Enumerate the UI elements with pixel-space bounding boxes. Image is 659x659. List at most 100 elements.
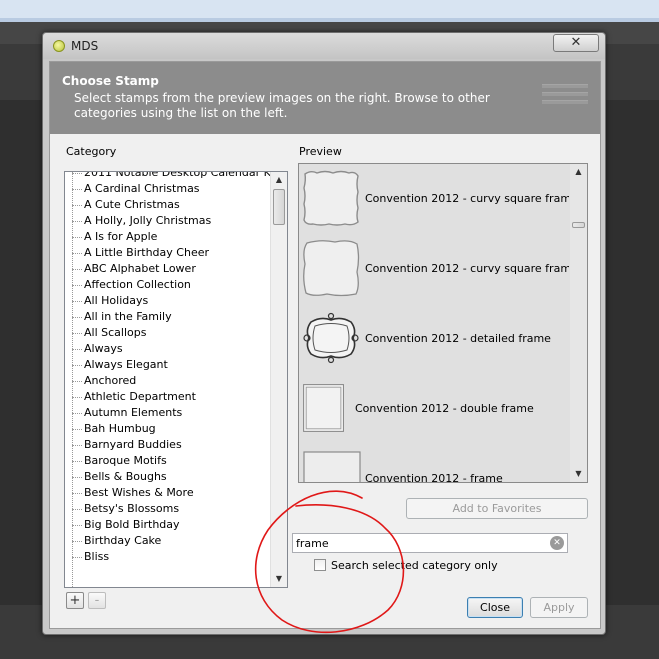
category-item[interactable]: All Holidays: [65, 293, 270, 309]
tree-connector: [72, 429, 82, 430]
preview-item[interactable]: Convention 2012 - curvy square frame 2: [301, 236, 587, 302]
tree-connector: [72, 397, 82, 398]
category-item[interactable]: Always: [65, 341, 270, 357]
preview-label: Preview: [299, 145, 342, 158]
category-item-label: Always: [84, 342, 123, 355]
category-item-label: Affection Collection: [84, 278, 191, 291]
tree-connector: [72, 189, 82, 190]
category-item-label: A Cute Christmas: [84, 198, 180, 211]
scroll-down-arrow-icon[interactable]: ▼: [271, 571, 287, 587]
apply-button[interactable]: Apply: [530, 597, 588, 618]
category-item[interactable]: A Cardinal Christmas: [65, 181, 270, 197]
category-item[interactable]: Always Elegant: [65, 357, 270, 373]
category-item-label: Betsy's Blossoms: [84, 502, 180, 515]
tree-connector: [72, 221, 82, 222]
curvy-square-frame-2-thumbnail: [303, 240, 360, 297]
category-item[interactable]: All Scallops: [65, 325, 270, 341]
remove-category-button[interactable]: -: [88, 592, 106, 609]
dialog-titlebar[interactable]: MDS ✕: [43, 33, 605, 59]
category-item-label: Barnyard Buddies: [84, 438, 182, 451]
preview-scroll-down-arrow-icon[interactable]: ▼: [570, 466, 587, 482]
clear-search-icon[interactable]: ✕: [550, 536, 564, 550]
preview-item[interactable]: Convention 2012 - detailed frame: [301, 306, 569, 372]
category-item[interactable]: Bells & Boughs: [65, 469, 270, 485]
preview-scrollbar[interactable]: ▲ ▼: [569, 164, 587, 482]
preview-item-label: Convention 2012 - frame: [365, 472, 503, 483]
category-item[interactable]: A Holly, Jolly Christmas: [65, 213, 270, 229]
preview-item[interactable]: Convention 2012 - curvy square frame: [301, 166, 578, 232]
category-item[interactable]: Big Bold Birthday: [65, 517, 270, 533]
tree-connector: [72, 413, 82, 414]
preview-item-label: Convention 2012 - double frame: [355, 402, 534, 415]
category-item[interactable]: Baroque Motifs: [65, 453, 270, 469]
header-decoration: [542, 84, 588, 114]
category-item[interactable]: Best Wishes & More: [65, 485, 270, 501]
choose-stamp-dialog: MDS ✕ Choose Stamp Select stamps from th…: [42, 32, 606, 635]
preview-item-label: Convention 2012 - curvy square frame: [365, 192, 578, 205]
category-scroll-thumb[interactable]: [273, 189, 285, 225]
category-item[interactable]: Athletic Department: [65, 389, 270, 405]
category-item-label: ABC Alphabet Lower: [84, 262, 196, 275]
tree-connector: [72, 381, 82, 382]
preview-item-label: Convention 2012 - curvy square frame 2: [365, 262, 588, 275]
category-rows: 2011 Notable Desktop Calendar Kit A Cardi…: [65, 172, 278, 565]
tree-connector: [72, 333, 82, 334]
close-button[interactable]: Close: [467, 597, 523, 618]
category-item-label: A Cardinal Christmas: [84, 182, 200, 195]
category-item[interactable]: Bliss: [65, 549, 270, 565]
preview-scroll-thumb[interactable]: [572, 222, 585, 228]
preview-scroll-up-arrow-icon[interactable]: ▲: [570, 164, 587, 180]
tree-connector: [72, 557, 82, 558]
category-scrollbar[interactable]: ▲ ▼: [270, 172, 287, 587]
dialog-content: Choose Stamp Select stamps from the prev…: [49, 61, 601, 629]
category-item-label: Always Elegant: [84, 358, 168, 371]
preview-item[interactable]: Convention 2012 - frame: [301, 446, 569, 483]
category-item[interactable]: All in the Family: [65, 309, 270, 325]
stamp-preview-list[interactable]: Convention 2012 - curvy square frame Con…: [298, 163, 588, 483]
search-category-only-checkbox[interactable]: [314, 559, 326, 571]
category-item[interactable]: Bah Humbug: [65, 421, 270, 437]
category-item[interactable]: Anchored: [65, 373, 270, 389]
category-item[interactable]: Barnyard Buddies: [65, 437, 270, 453]
window-close-button[interactable]: ✕: [553, 34, 599, 52]
tree-connector: [72, 349, 82, 350]
category-item-label: All Scallops: [84, 326, 147, 339]
category-item[interactable]: 2011 Notable Desktop Calendar Kit: [65, 172, 278, 181]
category-item[interactable]: A Cute Christmas: [65, 197, 270, 213]
header-description: Select stamps from the preview images on…: [74, 91, 490, 120]
preview-item[interactable]: Convention 2012 - double frame: [301, 376, 569, 442]
category-item[interactable]: Affection Collection: [65, 277, 270, 293]
category-item[interactable]: A Is for Apple: [65, 229, 270, 245]
category-list[interactable]: 2011 Notable Desktop Calendar Kit A Cardi…: [64, 171, 288, 588]
category-item[interactable]: Birthday Cake: [65, 533, 270, 549]
category-item-label: All Holidays: [84, 294, 149, 307]
category-item-label: All in the Family: [84, 310, 172, 323]
category-item-label: A Is for Apple: [84, 230, 158, 243]
category-item[interactable]: ABC Alphabet Lower: [65, 261, 270, 277]
preview-item-label: Convention 2012 - detailed frame: [365, 332, 551, 345]
tree-connector: [72, 285, 82, 286]
tree-connector: [72, 477, 82, 478]
tree-connector: [72, 365, 82, 366]
tree-connector: [72, 461, 82, 462]
add-to-favorites-button[interactable]: Add to Favorites: [406, 498, 588, 519]
tree-connector: [72, 509, 82, 510]
category-item-label: Bells & Boughs: [84, 470, 167, 483]
search-input-value: frame: [296, 537, 329, 550]
category-item[interactable]: Betsy's Blossoms: [65, 501, 270, 517]
search-input[interactable]: frame ✕: [292, 533, 568, 553]
category-item[interactable]: Autumn Elements: [65, 405, 270, 421]
scroll-up-arrow-icon[interactable]: ▲: [271, 172, 287, 188]
frame-thumbnail: [303, 451, 361, 482]
category-item-label: Baroque Motifs: [84, 454, 167, 467]
add-category-button[interactable]: +: [66, 592, 84, 609]
dialog-header: Choose Stamp Select stamps from the prev…: [50, 62, 600, 134]
category-item-label: Autumn Elements: [84, 406, 183, 419]
tree-connector: [72, 269, 82, 270]
tree-connector: [72, 237, 82, 238]
tree-connector: [72, 317, 82, 318]
tree-connector: [72, 493, 82, 494]
tree-connector: [72, 253, 82, 254]
tree-connector: [72, 445, 82, 446]
category-item[interactable]: A Little Birthday Cheer: [65, 245, 270, 261]
